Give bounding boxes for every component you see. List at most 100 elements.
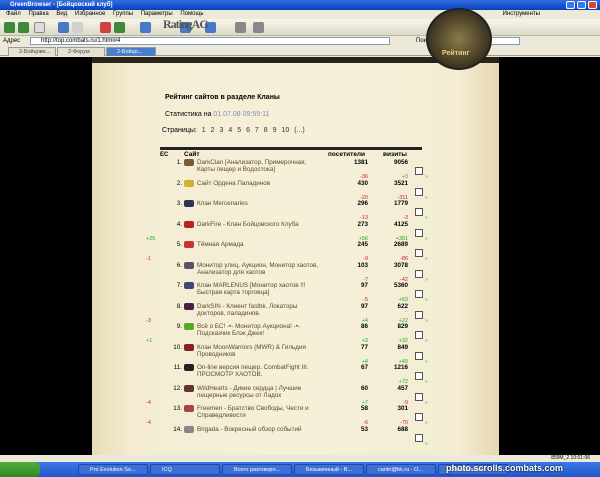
- reload-icon[interactable]: [114, 22, 125, 33]
- details-arrow-icon[interactable]: »: [425, 359, 428, 366]
- page-link[interactable]: 1: [202, 127, 206, 134]
- heading-section: Кланы: [257, 94, 280, 101]
- page-link[interactable]: 10: [282, 127, 290, 134]
- emblem-label: Рейтинг: [442, 50, 470, 57]
- row-rank: 5.: [176, 241, 182, 248]
- row-checkbox[interactable]: [415, 310, 423, 319]
- new-window-icon[interactable]: [34, 22, 45, 33]
- rank-delta: -4: [146, 420, 151, 426]
- maximize-button[interactable]: [577, 1, 586, 9]
- page-link[interactable]: 6: [246, 127, 250, 134]
- site-link[interactable]: Всё о БС! -•- Монитор Аукциона! -•- Подс…: [197, 323, 322, 337]
- row-rank: 1.: [176, 159, 182, 166]
- forward-icon[interactable]: [18, 22, 29, 33]
- clan-icon: [184, 302, 194, 310]
- site-link[interactable]: Brigada - Вокресный обзор событий: [197, 426, 322, 433]
- details-arrow-icon[interactable]: »: [425, 277, 428, 284]
- stop-icon[interactable]: [100, 22, 111, 33]
- visitors-count: 86: [360, 323, 368, 330]
- row-checkbox[interactable]: [415, 228, 423, 237]
- site-link[interactable]: WildHearts - Дикие сердца | Лучшие пещер…: [197, 385, 322, 399]
- visitors-count: 103: [357, 261, 368, 269]
- taskbar-item[interactable]: cantri@bk.ru - О...: [366, 464, 436, 475]
- heading-prefix: Рейтинг сайтов в разделе: [165, 94, 256, 101]
- site-link[interactable]: DarkClan [Анализатор, Примерочная, Карты…: [197, 159, 322, 173]
- taskbar-item[interactable]: Pro Evolution So...: [78, 464, 148, 475]
- page-link[interactable]: 9: [273, 127, 277, 134]
- page-link-more[interactable]: (...): [294, 127, 305, 134]
- page-link[interactable]: 3: [219, 127, 223, 134]
- details-arrow-icon[interactable]: »: [425, 297, 428, 304]
- tab-1[interactable]: 2-Бойцове...: [8, 47, 56, 56]
- details-arrow-icon[interactable]: »: [425, 256, 428, 263]
- site-link[interactable]: Freemen - Братство Свободы, Чести и Спра…: [197, 405, 322, 419]
- rank-delta: -3: [146, 317, 151, 324]
- print-icon[interactable]: [253, 22, 264, 33]
- site-link[interactable]: DarkSIN - Клиент fastbk. Локаторы доктор…: [197, 303, 322, 317]
- details-arrow-icon[interactable]: »: [425, 441, 428, 448]
- table-row: 4. DarkFire - Клан Бойцовского Клуба 273 41…: [146, 220, 428, 243]
- page-link[interactable]: 2: [211, 127, 215, 134]
- page-link[interactable]: 4: [228, 127, 232, 134]
- details-arrow-icon[interactable]: »: [425, 215, 428, 222]
- site-link[interactable]: On-line версия пещер. CombatFight III. П…: [197, 364, 322, 378]
- tab-3[interactable]: 2-Бойцо...: [106, 47, 156, 56]
- site-link[interactable]: DarkFire - Клан Бойцовского Клуба: [197, 221, 322, 228]
- row-checkbox[interactable]: [415, 372, 423, 380]
- site-link[interactable]: Сайт Ордена Паладинов: [197, 180, 322, 187]
- row-checkbox[interactable]: [415, 392, 423, 401]
- favorites-icon[interactable]: [140, 22, 151, 33]
- site-link[interactable]: Клан Mercenaries: [197, 200, 322, 207]
- taskbar-item[interactable]: Всего разговоро...: [222, 464, 292, 475]
- taskbar-item[interactable]: Безымянный - В...: [294, 464, 364, 475]
- table-row: 3. Клан Mercenaries 296 1779 -13 -3»: [160, 200, 428, 222]
- page-link[interactable]: 8: [264, 127, 268, 134]
- row-checkbox[interactable]: [415, 249, 423, 257]
- details-arrow-icon[interactable]: »: [425, 174, 428, 181]
- details-arrow-icon[interactable]: »: [425, 318, 428, 325]
- menu-edit[interactable]: Правка: [28, 11, 48, 17]
- visits-count: 5360: [393, 282, 408, 289]
- details-arrow-icon[interactable]: »: [425, 338, 428, 345]
- taskbar-item[interactable]: ICQ: [150, 464, 220, 475]
- site-logo[interactable]: RatingAG: [163, 17, 209, 32]
- menu-favorites[interactable]: Избранное: [75, 11, 105, 17]
- menu-tools[interactable]: Инструменты: [503, 10, 540, 19]
- row-checkbox[interactable]: [415, 331, 423, 339]
- close-button[interactable]: [588, 1, 597, 9]
- menu-view[interactable]: Вид: [56, 11, 67, 17]
- row-rank: 12.: [173, 384, 182, 392]
- page-link[interactable]: 5: [237, 127, 241, 134]
- row-checkbox[interactable]: [415, 208, 423, 216]
- refresh-icon[interactable]: [72, 22, 83, 33]
- table-row: 5. Тёмная Армада 245 2689 -9 -86 -1»: [146, 241, 428, 263]
- start-button[interactable]: [0, 462, 40, 477]
- col-visitors: посетители: [328, 151, 366, 158]
- row-checkbox[interactable]: [415, 433, 423, 442]
- back-icon[interactable]: [4, 22, 15, 33]
- row-checkbox[interactable]: [415, 290, 423, 298]
- row-rank: 11.: [173, 364, 182, 371]
- save-icon[interactable]: [235, 22, 246, 33]
- details-arrow-icon[interactable]: »: [425, 195, 428, 202]
- menu-groups[interactable]: Группы: [113, 11, 133, 17]
- details-arrow-icon[interactable]: »: [425, 236, 428, 243]
- row-checkbox[interactable]: [415, 413, 423, 421]
- row-checkbox[interactable]: [415, 351, 423, 360]
- home-icon[interactable]: [58, 22, 69, 33]
- site-link[interactable]: Клан MARLENUS [Монитор хаотов !!! Быстра…: [197, 282, 322, 296]
- page-link[interactable]: 7: [255, 127, 259, 134]
- details-arrow-icon[interactable]: »: [425, 420, 428, 427]
- menu-file[interactable]: Файл: [6, 11, 21, 17]
- minimize-button[interactable]: [566, 1, 575, 9]
- tab-2[interactable]: 2-Форум: [57, 47, 105, 56]
- site-link[interactable]: Клан MoonWarriors (MWR) & Гильдия Провод…: [197, 344, 322, 358]
- site-link[interactable]: Монитор улиц, Аукцион, Монитор хаотов, А…: [197, 262, 322, 276]
- details-arrow-icon[interactable]: »: [425, 400, 428, 407]
- row-checkbox[interactable]: [415, 269, 423, 278]
- details-arrow-icon[interactable]: »: [425, 379, 428, 386]
- row-checkbox[interactable]: [415, 167, 423, 175]
- address-input[interactable]: http://top.combats.ru/1.html#4: [30, 37, 390, 45]
- site-link[interactable]: Тёмная Армада: [197, 241, 322, 248]
- row-checkbox[interactable]: [415, 187, 423, 196]
